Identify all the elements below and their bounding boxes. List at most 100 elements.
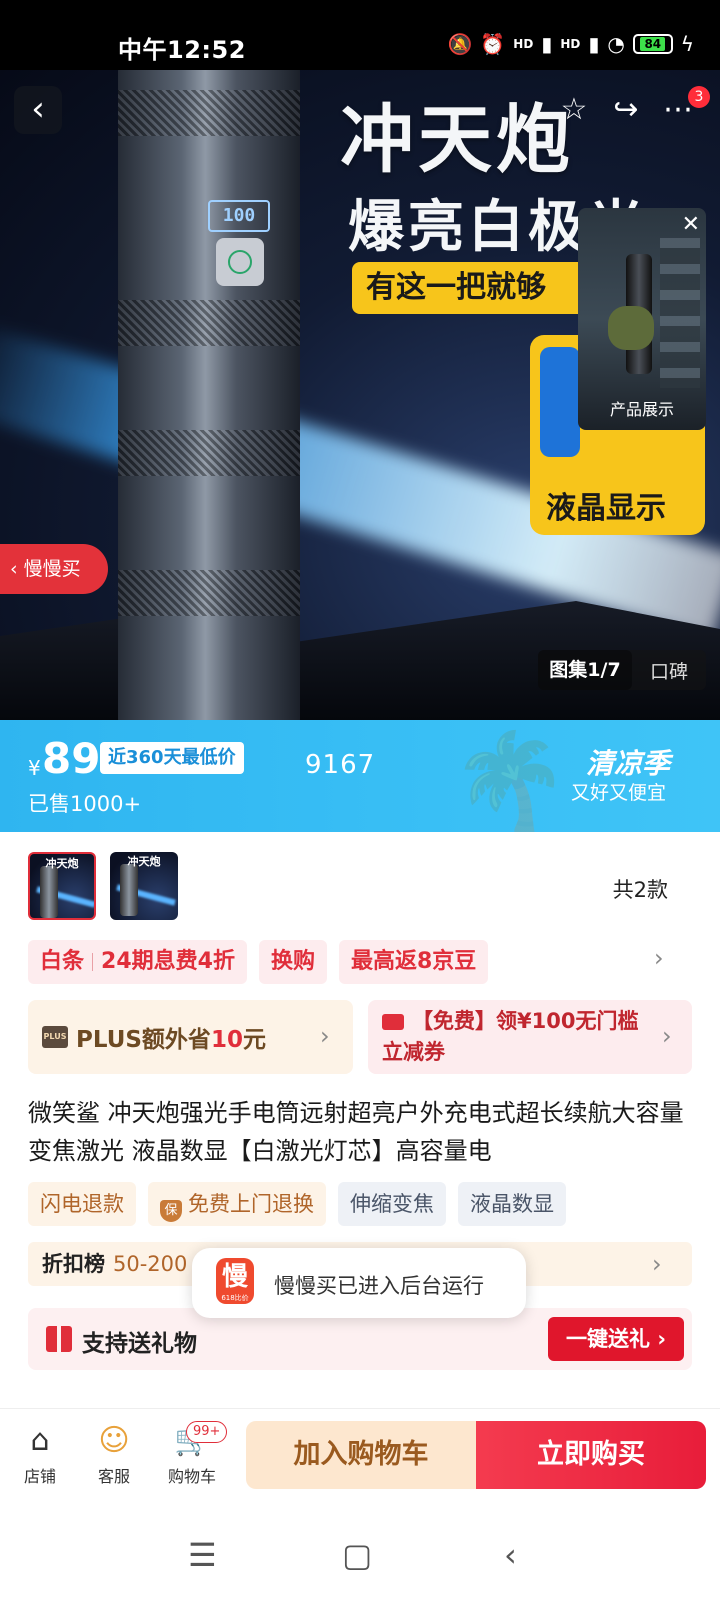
system-nav-bar: ☰ ▢ ‹ xyxy=(0,1516,720,1600)
send-gift-button[interactable]: 一键送礼 › xyxy=(548,1317,684,1361)
chevron-right-icon[interactable]: › xyxy=(654,870,664,898)
plus-coupon[interactable]: PLUS PLUS额外省10元 › xyxy=(28,1000,353,1074)
price-code: 9167 xyxy=(305,750,376,780)
sold-count: 已售1000+ xyxy=(28,792,142,816)
free-coupon[interactable]: 【免费】领¥100无门槛立减券 › xyxy=(368,1000,692,1074)
cart-count-badge: 99+ xyxy=(186,1421,228,1443)
chevron-right-icon[interactable]: › xyxy=(654,944,664,972)
variant-thumbnails: 冲天炮 冲天炮 xyxy=(28,852,178,920)
plus-amount: 10 xyxy=(210,1027,243,1053)
tag-fast-refund[interactable]: 闪电退款 xyxy=(28,1182,136,1226)
wifi-icon: ◔ xyxy=(607,32,625,56)
product-title: 微笑鲨 冲天炮强光手电筒远射超亮户外充电式超长续航大容量变焦激光 液晶数显【白激… xyxy=(28,1099,684,1165)
hero-yellow-tag: 有这一把就够 xyxy=(352,262,592,314)
service-tags: 闪电退款 保免费上门退换 伸缩变焦 液晶数显 xyxy=(28,1182,566,1226)
favorite-button[interactable]: ☆ xyxy=(548,86,600,134)
shop-button[interactable]: ⌂ 店铺 xyxy=(10,1423,70,1487)
notification-badge: 3 xyxy=(688,86,710,108)
chevron-right-icon: › xyxy=(320,1022,330,1050)
gallery-switcher: 图集1/7 口碑 xyxy=(538,650,706,690)
mute-icon: 🔕 xyxy=(447,32,473,56)
alarm-icon: ⏰ xyxy=(480,32,506,56)
customer-service-icon: ☺ xyxy=(98,1423,130,1458)
home-icon[interactable]: ▢ xyxy=(342,1536,372,1574)
rank-value: 50-200 xyxy=(113,1252,188,1276)
variant-thumb-1[interactable]: 冲天炮 xyxy=(28,852,96,920)
tag-lcd[interactable]: 液晶数显 xyxy=(458,1182,566,1226)
back-button[interactable]: ‹ xyxy=(14,86,62,134)
season-subtitle: 又好又便宜 xyxy=(570,782,666,804)
gallery-tab[interactable]: 图集1/7 xyxy=(538,650,632,690)
top-actions: ☆ ↪ ⋯ xyxy=(548,86,704,134)
customer-service-button[interactable]: ☺ 客服 xyxy=(84,1423,144,1487)
rank-label: 折扣榜 xyxy=(42,1252,105,1276)
knurled-band xyxy=(118,90,300,136)
shield-icon: 保 xyxy=(160,1200,182,1222)
lcd-tag-label: 液晶显示 xyxy=(546,491,666,526)
charging-icon: ϟ xyxy=(680,32,694,56)
thumb-flashlight xyxy=(120,864,138,916)
plus-text: PLUS额外省 xyxy=(76,1027,211,1053)
flashlight-picture: 100 xyxy=(118,70,300,720)
status-bar: 中午12:52 🔕 ⏰ HD ▮ HD ▮ ◔ 84 ϟ xyxy=(0,0,720,70)
baitiao-label: 白条 xyxy=(40,949,85,974)
video-shelf xyxy=(660,238,700,388)
manman-logo-sub: 618比价 xyxy=(221,1294,249,1302)
close-icon[interactable]: ✕ xyxy=(682,214,700,236)
free-coupon-text: 【免费】领¥100无门槛立减券 xyxy=(382,1009,639,1064)
knurled-band xyxy=(118,300,300,346)
trade-in-chip[interactable]: 换购 xyxy=(258,940,327,984)
plus-coupon-text: PLUS额外省10元 xyxy=(76,1020,266,1054)
share-button[interactable]: ↪ xyxy=(600,86,652,134)
flashlight-screen: 100 xyxy=(208,200,270,232)
chip-divider xyxy=(92,953,94,971)
thumb-text: 冲天炮 xyxy=(45,857,79,870)
video-hand xyxy=(608,306,654,350)
menu-icon[interactable]: ☰ xyxy=(188,1536,217,1574)
price-value: 89 xyxy=(42,734,101,783)
background-toast: 慢 618比价 慢慢买已进入后台运行 xyxy=(192,1248,526,1318)
lowest-price-badge: 近360天最低价 xyxy=(100,742,244,774)
palm-tree-icon: 🌴 xyxy=(450,726,570,832)
gift-icon xyxy=(46,1326,72,1352)
back-arrow-icon: ‹ xyxy=(31,89,45,129)
season-title: 清凉季 xyxy=(585,747,670,780)
add-to-cart-button[interactable]: 加入购物车 xyxy=(246,1421,476,1489)
tag-free-return-label: 免费上门退换 xyxy=(188,1192,314,1216)
shop-icon: ⌂ xyxy=(30,1423,50,1458)
manman-buy-button[interactable]: ‹ 慢慢买 xyxy=(0,544,108,594)
cart-label: 购物车 xyxy=(167,1467,216,1486)
thumb-text: 冲天炮 xyxy=(127,855,161,868)
thumb-flashlight xyxy=(40,866,58,918)
service-label: 客服 xyxy=(97,1467,130,1486)
status-icons: 🔕 ⏰ HD ▮ HD ▮ ◔ 84 ϟ xyxy=(447,34,694,54)
signal-2-label: HD xyxy=(560,37,581,51)
currency-symbol: ¥ xyxy=(28,756,41,780)
hero-headline: 冲天炮 xyxy=(340,97,574,183)
jingdou-chip[interactable]: 最高返8京豆 xyxy=(338,940,489,984)
signal-icon: ▮ xyxy=(588,32,600,56)
product-hero-image[interactable]: 100 冲天炮 爆亮白极光 有这一把就够 液晶显示 ‹ ☆ ↪ ⋯ 3 ✕ 产品… xyxy=(0,70,720,720)
status-time: 中午12:52 xyxy=(118,36,246,64)
back-icon[interactable]: ‹ xyxy=(504,1536,517,1574)
manman-logo-char: 慢 xyxy=(221,1262,248,1292)
chevron-right-icon: › xyxy=(662,1022,672,1050)
variant-thumb-2[interactable]: 冲天炮 xyxy=(110,852,178,920)
knurled-band xyxy=(118,570,300,616)
baitiao-chip[interactable]: 白条 24期息费4折 xyxy=(28,940,247,984)
lcd-tag-panel xyxy=(540,347,580,457)
tag-free-return[interactable]: 保免费上门退换 xyxy=(148,1182,326,1226)
gift-label: 支持送礼物 xyxy=(82,1331,197,1357)
reviews-tab[interactable]: 口碑 xyxy=(632,657,706,684)
product-video-window[interactable]: ✕ 产品展示 xyxy=(578,208,706,430)
plus-logo-icon: PLUS xyxy=(42,1026,68,1048)
signal-1-label: HD xyxy=(513,37,534,51)
video-caption: 产品展示 xyxy=(609,400,674,419)
toast-message: 慢慢买已进入后台运行 xyxy=(274,1274,484,1298)
buy-now-button[interactable]: 立即购买 xyxy=(476,1421,706,1489)
signal-icon: ▮ xyxy=(541,32,553,56)
tag-zoom[interactable]: 伸缩变焦 xyxy=(338,1182,446,1226)
chevron-right-icon: › xyxy=(652,1250,662,1278)
battery-level: 84 xyxy=(640,37,666,51)
knurled-band xyxy=(118,430,300,476)
